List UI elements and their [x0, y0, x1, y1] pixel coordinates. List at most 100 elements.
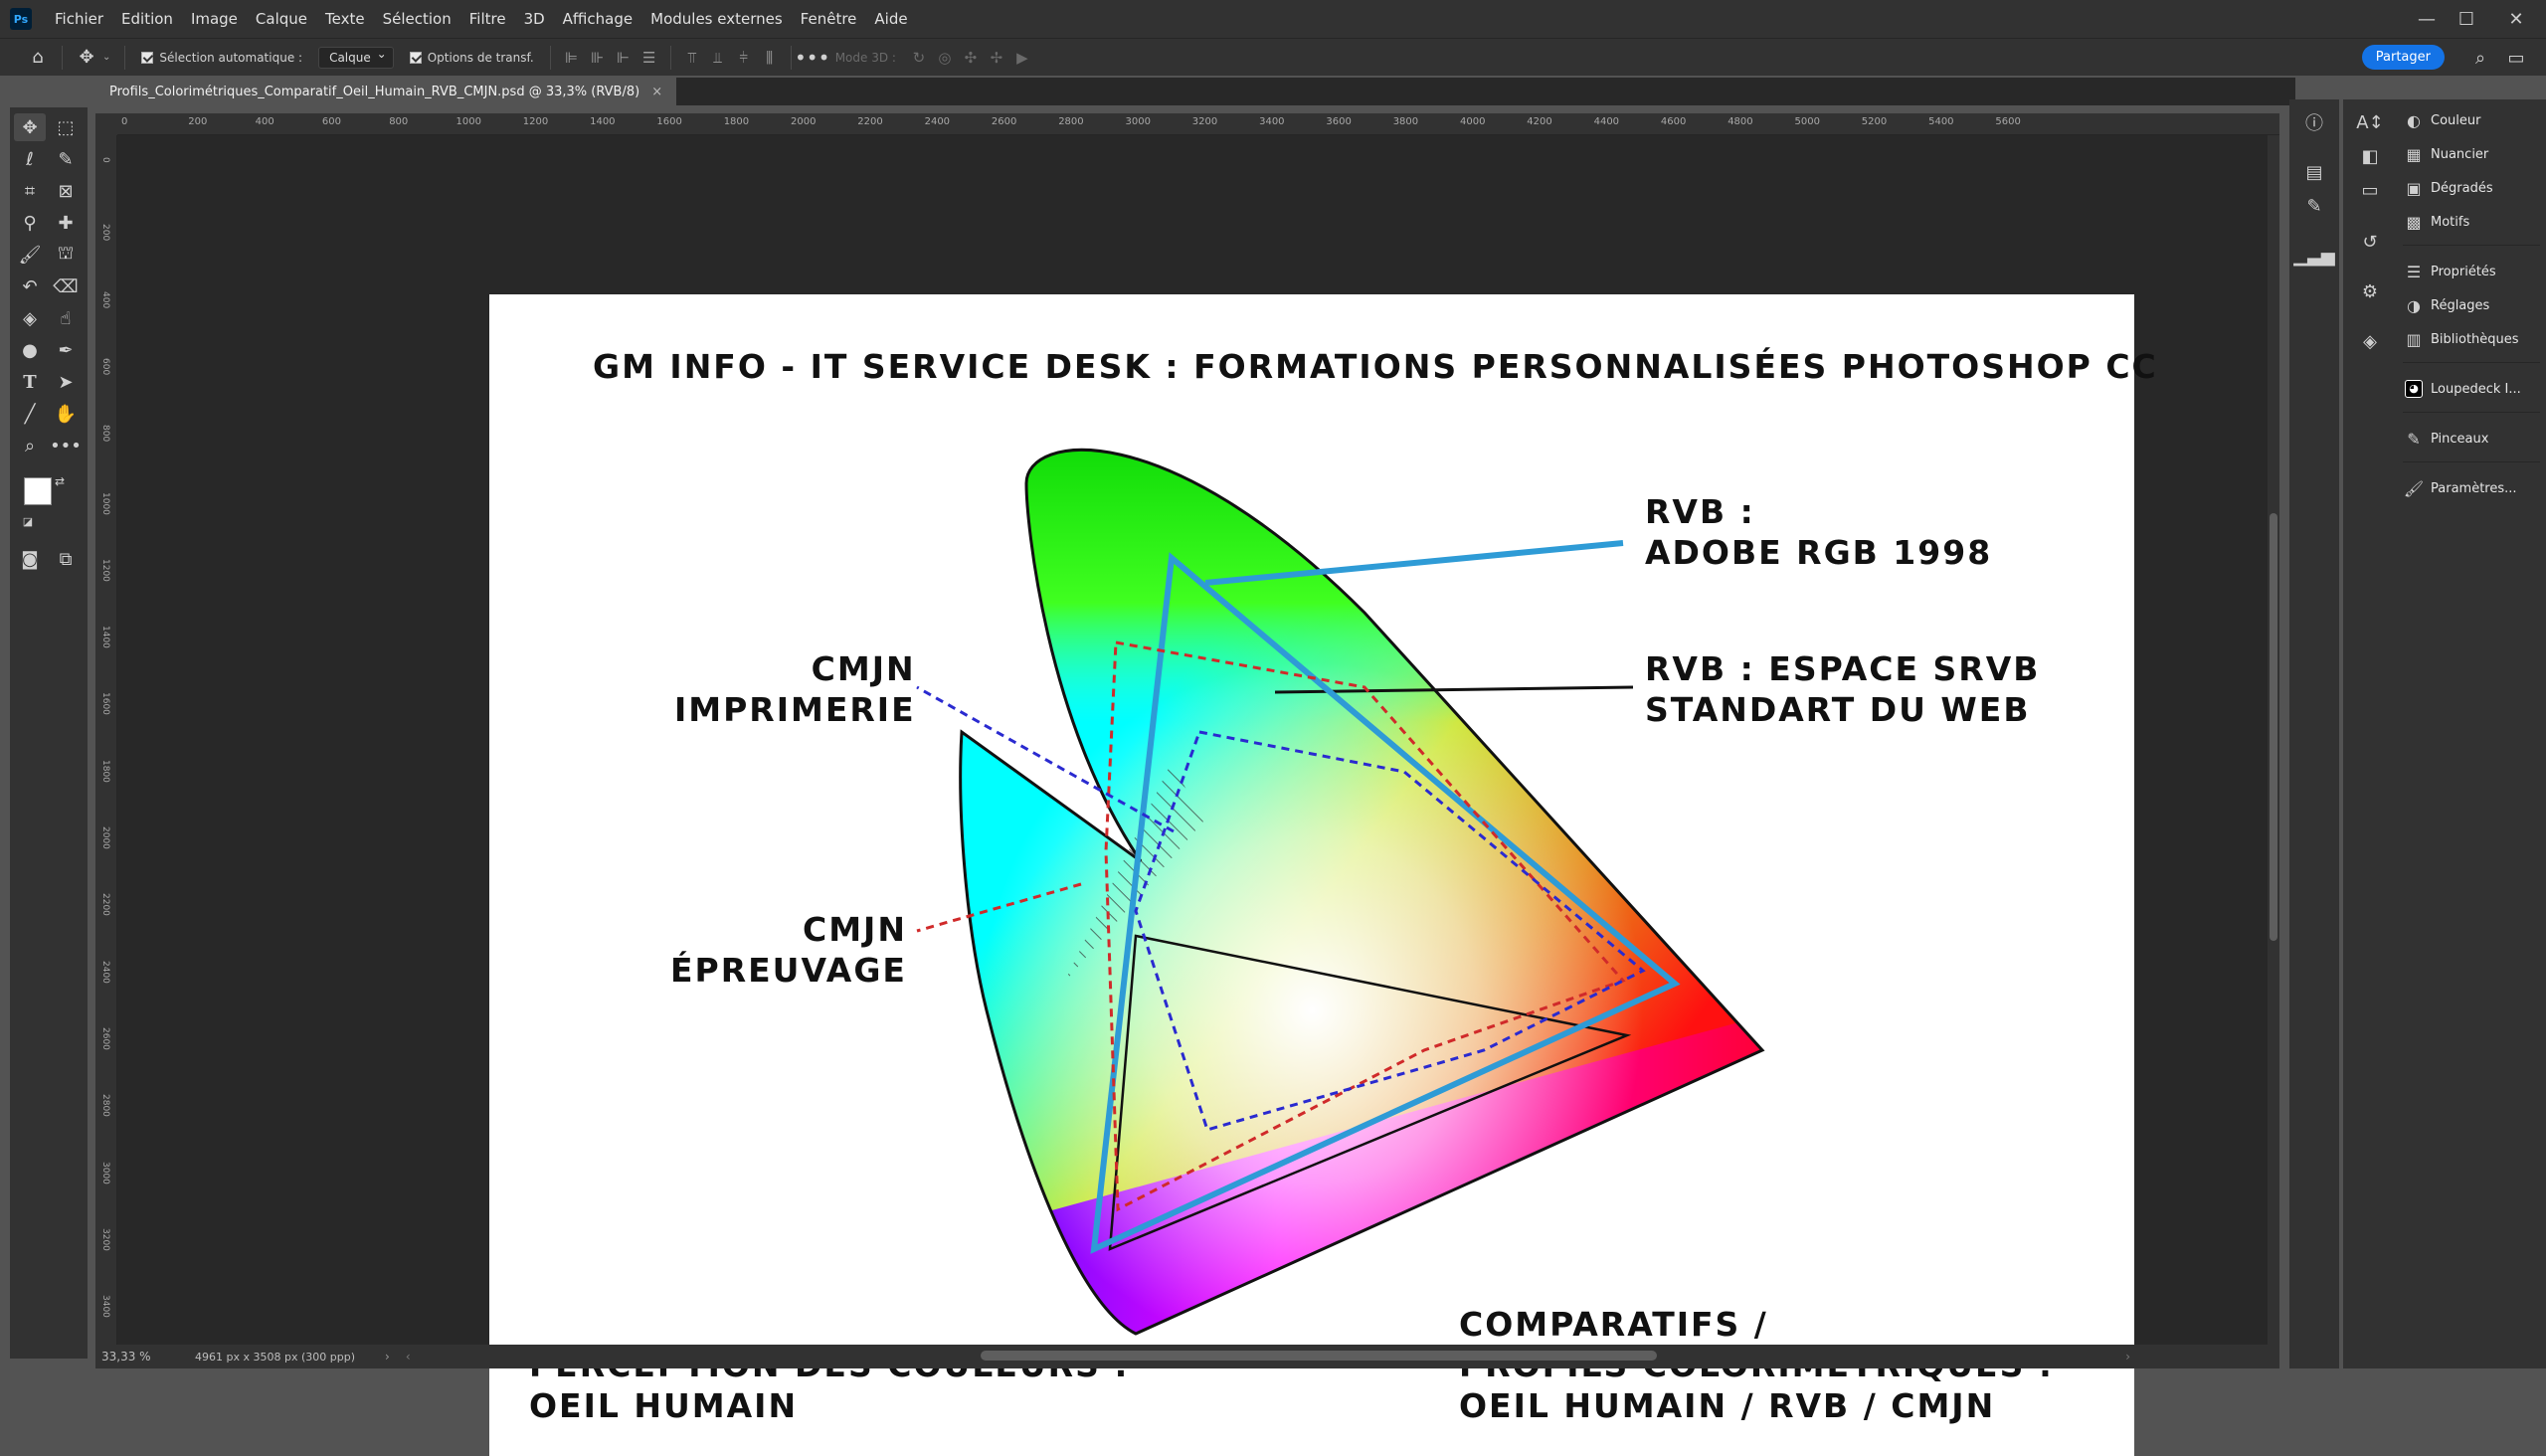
panel-degrades[interactable]: ▣ Dégradés — [2397, 171, 2546, 205]
align-right-icon[interactable]: ⊩ — [611, 46, 636, 70]
document-canvas[interactable]: GM INFO - IT SERVICE DESK : FORMATIONS P… — [489, 294, 2156, 1456]
panel-pinceaux[interactable]: ✎ Pinceaux — [2397, 422, 2546, 455]
smudge-tool-icon[interactable]: ☝ — [50, 304, 82, 332]
align-middle-icon[interactable]: ⫫ — [705, 46, 731, 70]
vertical-scrollbar[interactable] — [2268, 135, 2279, 1345]
menu-calque[interactable]: Calque — [247, 10, 316, 28]
line-tool-icon[interactable]: ╱ — [14, 400, 46, 428]
photoshop-logo: Ps — [10, 8, 32, 30]
notes-icon[interactable]: ✎ — [2296, 189, 2332, 223]
ruler-tick-label: 3600 — [1326, 116, 1352, 127]
paint-bucket-icon[interactable]: ◈ — [14, 304, 46, 332]
share-button[interactable]: Partager — [2361, 45, 2445, 70]
panel-parametres[interactable]: 🖌 Paramètres... — [2397, 471, 2546, 505]
document-tab[interactable]: Profils_Colorimétriques_Comparatif_Oeil_… — [95, 78, 677, 105]
menu-3d[interactable]: 3D — [515, 10, 554, 28]
menu-aide[interactable]: Aide — [865, 10, 916, 28]
type-tool-icon[interactable]: T — [14, 368, 46, 396]
panel-couleur[interactable]: ◐ Couleur — [2397, 103, 2546, 137]
path-selection-icon[interactable]: ➤ — [50, 368, 82, 396]
ruler-tick-label: 0 — [121, 116, 128, 127]
home-icon[interactable]: ⌂ — [22, 44, 54, 72]
character-icon[interactable]: A↕ — [2352, 105, 2388, 139]
distribute-v-icon[interactable]: ⫼ — [757, 46, 783, 70]
panel-nuancier[interactable]: ▦ Nuancier — [2397, 137, 2546, 171]
comments-icon[interactable]: ▭ — [2352, 173, 2388, 207]
eraser-icon[interactable]: ⌫ — [50, 273, 82, 300]
more-options-icon[interactable]: ••• — [795, 46, 829, 70]
ruler-tick-label: 2000 — [100, 826, 110, 849]
more-tools-icon[interactable]: ••• — [50, 432, 82, 459]
brush-tool-icon[interactable]: 🖌 — [14, 241, 46, 269]
foreground-color-swatch[interactable] — [24, 477, 52, 505]
vertical-scroll-thumb[interactable] — [2270, 513, 2277, 941]
panel-reglages[interactable]: ◑ Réglages — [2397, 288, 2546, 322]
panel-loupedeck[interactable]: ◕ Loupedeck I... — [2397, 372, 2546, 406]
quick-selection-icon[interactable]: ✎ — [50, 145, 82, 173]
move-tool-preset-icon[interactable]: ✥ — [71, 44, 102, 72]
ruler-tick-label: 1400 — [100, 626, 110, 648]
scroll-right-icon[interactable]: › — [2125, 1350, 2130, 1364]
panel-proprietes[interactable]: ☰ Propriétés — [2397, 255, 2546, 288]
screen-mode-icon[interactable]: ⧉ — [50, 545, 82, 573]
menu-affichage[interactable]: Affichage — [554, 10, 641, 28]
actions-icon[interactable]: ⚙ — [2352, 274, 2388, 308]
history-brush-icon[interactable]: ↶ — [14, 273, 46, 300]
panel-bibliotheques[interactable]: ▥ Bibliothèques — [2397, 322, 2546, 356]
close-window-icon[interactable]: ✕ — [2486, 0, 2546, 38]
zoom-level[interactable]: 33,33 % — [101, 1350, 181, 1364]
swap-colors-icon[interactable]: ⇄ — [50, 471, 70, 491]
close-tab-icon[interactable]: × — [651, 85, 662, 99]
workspace-icon[interactable]: ▭ — [2500, 44, 2532, 72]
panel-motifs[interactable]: ▩ Motifs — [2397, 205, 2546, 239]
menu-texte[interactable]: Texte — [316, 10, 374, 28]
menu-fenetre[interactable]: Fenêtre — [792, 10, 866, 28]
ruler-tick-label: 1200 — [100, 558, 110, 582]
move-tool-icon[interactable]: ✥ — [14, 113, 46, 141]
frame-tool-icon[interactable]: ⊠ — [50, 177, 82, 205]
auto-select-checkbox[interactable]: Sélection automatique : — [141, 51, 302, 65]
info-icon[interactable]: ⓘ — [2296, 105, 2332, 139]
transform-options-checkbox[interactable]: Options de transf. — [409, 51, 534, 65]
horizontal-scroll-thumb[interactable] — [981, 1351, 1657, 1361]
options-bar: ⌂ ✥ ⌄ Sélection automatique : Calque Opt… — [0, 38, 2546, 76]
align-left-icon[interactable]: ⊫ — [559, 46, 585, 70]
quick-mask-icon[interactable]: ◙ — [14, 545, 46, 573]
default-colors-icon[interactable]: ◪ — [18, 511, 38, 531]
menu-image[interactable]: Image — [182, 10, 247, 28]
auto-select-dropdown[interactable]: Calque — [318, 46, 394, 69]
menu-edition[interactable]: Edition — [112, 10, 182, 28]
layers-icon[interactable]: ◈ — [2352, 324, 2388, 358]
chevron-down-icon[interactable]: ⌄ — [102, 52, 110, 63]
distribute-h-icon[interactable]: ☰ — [636, 46, 662, 70]
pen-tool-icon[interactable]: ✒ — [50, 336, 82, 364]
history-panel-icon[interactable]: ↺ — [2352, 225, 2388, 259]
healing-brush-icon[interactable]: ✚ — [50, 209, 82, 237]
canvas-area[interactable]: GM INFO - IT SERVICE DESK : FORMATIONS P… — [117, 135, 2279, 1456]
search-icon[interactable]: ⌕ — [2464, 44, 2496, 72]
clone-stamp-icon[interactable]: ⛫ — [50, 241, 82, 269]
eyedropper-icon[interactable]: ⚲ — [14, 209, 46, 237]
scroll-left-icon[interactable]: ‹ — [406, 1350, 411, 1364]
menu-modules-externes[interactable]: Modules externes — [641, 10, 792, 28]
align-top-icon[interactable]: ⫪ — [679, 46, 705, 70]
status-chevron-icon[interactable]: › — [385, 1350, 390, 1364]
hand-tool-icon[interactable]: ✋ — [50, 400, 82, 428]
marquee-tool-icon[interactable]: ⬚ — [50, 113, 82, 141]
document-info[interactable]: 4961 px x 3508 px (300 ppp) — [195, 1351, 355, 1364]
lasso-tool-icon[interactable]: ℓ — [14, 145, 46, 173]
dodge-tool-icon[interactable]: ● — [14, 336, 46, 364]
histogram-icon[interactable]: ▁▃▅ — [2293, 239, 2335, 273]
align-center-h-icon[interactable]: ⊪ — [585, 46, 611, 70]
glyphs-icon[interactable]: ◧ — [2352, 139, 2388, 173]
menu-selection[interactable]: Sélection — [374, 10, 460, 28]
crop-tool-icon[interactable]: ⌗ — [14, 177, 46, 205]
menu-filtre[interactable]: Filtre — [460, 10, 515, 28]
zoom-tool-icon[interactable]: ⌕ — [14, 432, 46, 459]
menu-fichier[interactable]: Fichier — [46, 10, 112, 28]
adjustments-icon: ◑ — [2407, 295, 2421, 315]
properties-icon: ☰ — [2406, 262, 2422, 281]
label-rvb-adobe: RVB : ADOBE RGB 1998 — [1645, 492, 1993, 572]
history-icon[interactable]: ▤ — [2296, 155, 2332, 189]
align-bottom-icon[interactable]: ⫩ — [731, 46, 757, 70]
